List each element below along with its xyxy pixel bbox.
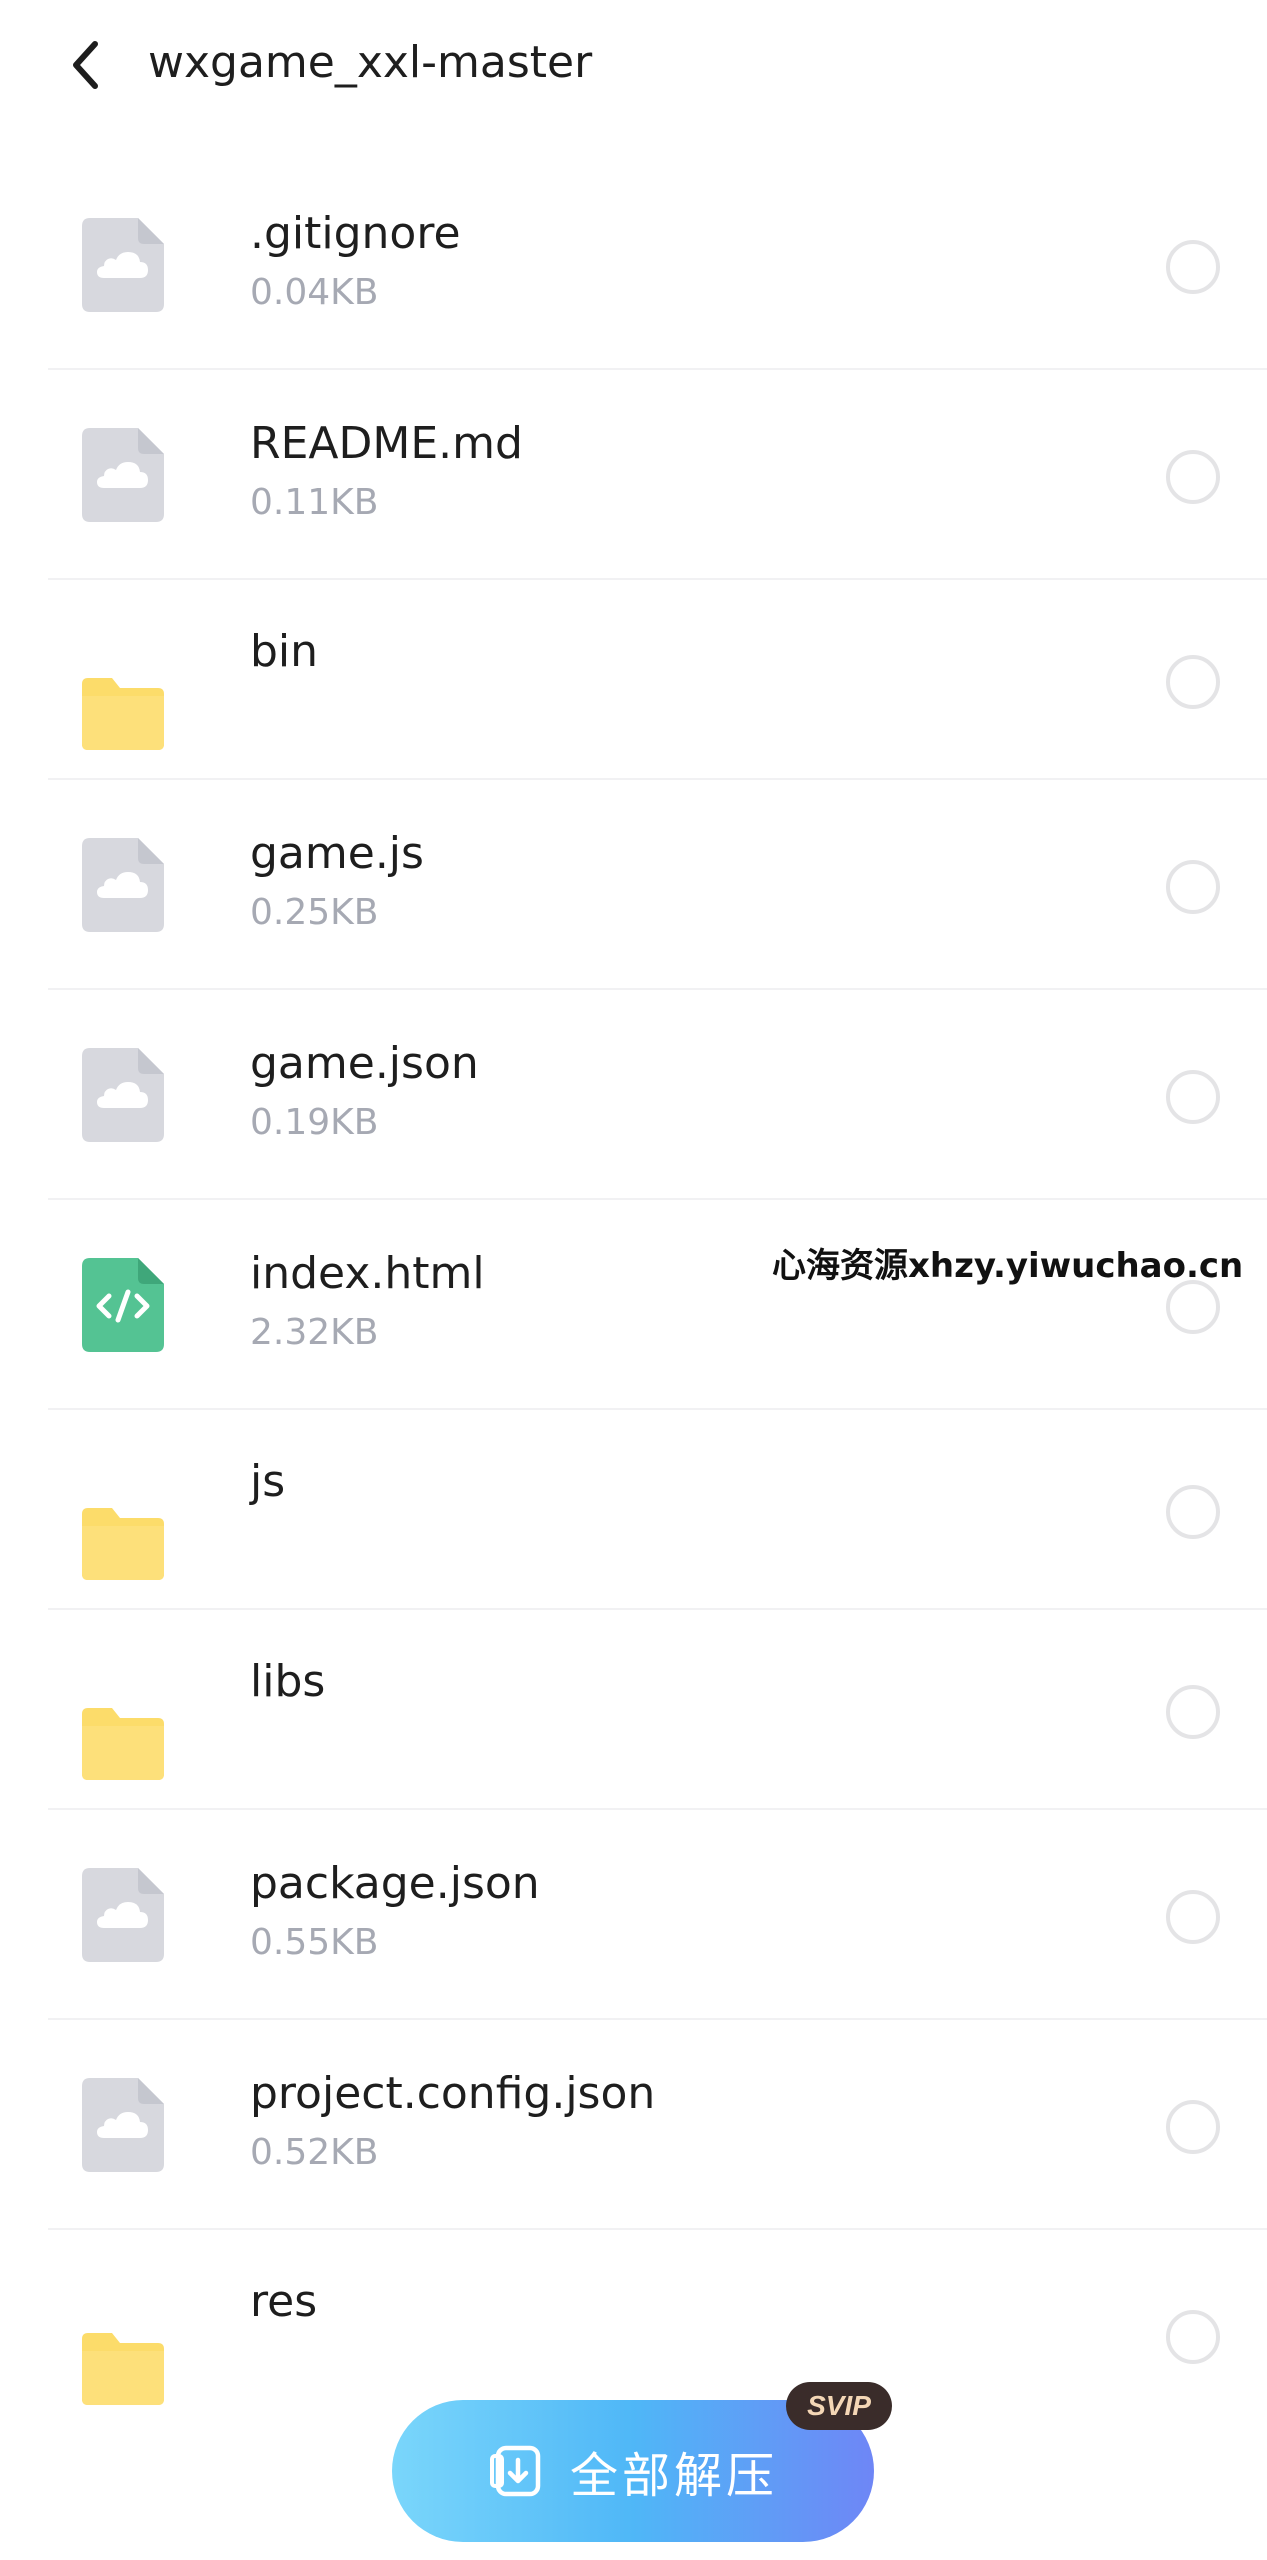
select-radio[interactable] <box>1166 450 1220 504</box>
select-radio[interactable] <box>1166 860 1220 914</box>
select-radio[interactable] <box>1166 1485 1220 1539</box>
file-row[interactable]: game.js 0.25KB <box>0 780 1267 990</box>
file-name: project.config.json <box>250 2068 656 2119</box>
select-radio[interactable] <box>1166 1070 1220 1124</box>
select-radio[interactable] <box>1166 1685 1220 1739</box>
folder-icon <box>82 1508 164 1580</box>
folder-row[interactable]: libs <box>0 1610 1267 1810</box>
chevron-left-icon <box>73 41 98 89</box>
file-name: package.json <box>250 1858 540 1909</box>
cloud-file-icon <box>82 838 164 932</box>
folder-icon <box>82 2333 164 2405</box>
file-name: js <box>250 1456 286 1507</box>
file-size: 0.11KB <box>250 482 379 523</box>
page-title: wxgame_xxl-master <box>148 37 593 88</box>
file-size: 2.32KB <box>250 1312 379 1353</box>
select-radio[interactable] <box>1166 2100 1220 2154</box>
file-row[interactable]: game.json 0.19KB <box>0 990 1267 1200</box>
back-button[interactable] <box>55 30 115 100</box>
extract-all-label: 全部解压 <box>569 2448 778 2504</box>
file-size: 0.25KB <box>250 892 379 933</box>
file-name: .gitignore <box>250 208 461 259</box>
folder-icon <box>82 678 164 750</box>
select-radio[interactable] <box>1166 1890 1220 1944</box>
cloud-file-icon <box>82 1048 164 1142</box>
file-row[interactable]: index.html 2.32KB <box>0 1200 1267 1410</box>
file-size: 0.04KB <box>250 272 379 313</box>
file-name: libs <box>250 1656 326 1707</box>
file-name: bin <box>250 626 319 677</box>
select-radio[interactable] <box>1166 240 1220 294</box>
cloud-file-icon <box>82 2078 164 2172</box>
svip-badge: SVIP <box>786 2382 892 2430</box>
header: wxgame_xxl-master <box>0 0 1267 130</box>
file-row[interactable]: package.json 0.55KB <box>0 1810 1267 2020</box>
file-name: index.html <box>250 1248 485 1299</box>
file-size: 0.19KB <box>250 1102 379 1143</box>
file-size: 0.52KB <box>250 2132 379 2173</box>
cloud-file-icon <box>82 428 164 522</box>
select-radio[interactable] <box>1166 655 1220 709</box>
file-size: 0.55KB <box>250 1922 379 1963</box>
code-file-icon <box>82 1258 164 1352</box>
folder-icon <box>82 1708 164 1780</box>
extract-icon <box>489 2445 541 2497</box>
folder-row[interactable]: bin <box>0 580 1267 780</box>
folder-row[interactable]: js <box>0 1410 1267 1610</box>
file-name: res <box>250 2276 318 2327</box>
file-row[interactable]: project.config.json 0.52KB <box>0 2020 1267 2230</box>
cloud-file-icon <box>82 218 164 312</box>
file-row[interactable]: .gitignore 0.04KB <box>0 160 1267 370</box>
watermark-text: 心海资源xhzy.yiwuchao.cn <box>772 1246 1244 1286</box>
file-name: game.js <box>250 828 424 879</box>
cloud-file-icon <box>82 1868 164 1962</box>
file-name: game.json <box>250 1038 479 1089</box>
select-radio[interactable] <box>1166 1280 1220 1334</box>
file-row[interactable]: README.md 0.11KB <box>0 370 1267 580</box>
file-name: README.md <box>250 418 523 469</box>
select-radio[interactable] <box>1166 2310 1220 2364</box>
